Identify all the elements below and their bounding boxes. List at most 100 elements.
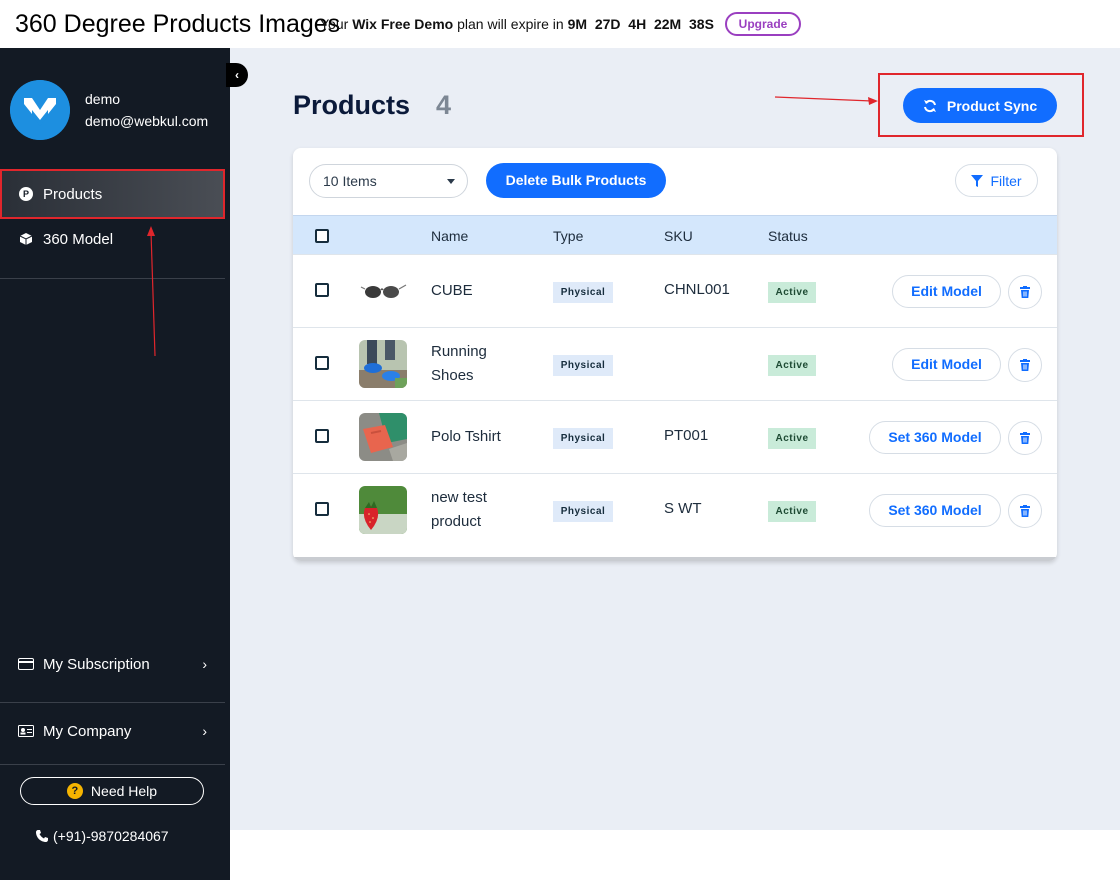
plan-mid: plan will expire in	[457, 16, 564, 32]
sidebar-item-label: My Subscription	[43, 655, 150, 673]
question-icon: ?	[66, 783, 83, 799]
countdown-hours: 4H	[628, 16, 647, 32]
chevron-left-icon: ‹	[235, 68, 239, 82]
select-all-checkbox[interactable]	[315, 229, 329, 243]
need-help-label: Need Help	[90, 783, 158, 799]
set-360-model-button[interactable]: Set 360 Model	[869, 494, 1001, 527]
product-name: Polo Tshirt	[431, 428, 501, 445]
product-name: new test product	[431, 489, 487, 530]
sunglasses-icon	[359, 267, 407, 315]
avatar	[10, 80, 70, 140]
product-name: CUBE	[431, 282, 473, 299]
plan-expiry-message: Your Wix Free Demo plan will expire in 9…	[320, 16, 714, 32]
sidebar-divider	[0, 764, 225, 765]
table-row: Polo Tshirt Physical PT001 Active Set 36…	[293, 400, 1057, 473]
product-thumbnail	[359, 486, 407, 534]
sidebar-item-my-subscription[interactable]: My Subscription ›	[0, 639, 225, 689]
table-scrollbar[interactable]	[293, 557, 1057, 561]
column-header-status: Status	[768, 228, 808, 244]
sidebar-item-my-company[interactable]: My Company ›	[0, 706, 225, 756]
p-circle-icon: P	[18, 186, 34, 202]
delete-button[interactable]	[1008, 421, 1042, 455]
sidebar-item-label: 360 Model	[43, 230, 114, 248]
main-content: Products 4 Product Sync 10 Items Delete …	[230, 48, 1120, 830]
delete-bulk-products-button[interactable]: Delete Bulk Products	[486, 163, 666, 198]
countdown-days: 27D	[594, 16, 621, 32]
cube-icon	[18, 231, 34, 247]
user-email: demo@webkul.com	[85, 113, 209, 129]
trash-icon	[1020, 432, 1030, 444]
type-badge: Physical	[553, 428, 613, 449]
top-bar: 360 Degree Products Images Your Wix Free…	[0, 0, 1120, 48]
strawberry-icon	[359, 486, 407, 534]
table-row: CUBE Physical CHNL001 Active Edit Model	[293, 254, 1057, 327]
product-sync-label: Product Sync	[946, 97, 1038, 114]
sync-icon	[923, 99, 936, 112]
polo-tshirt-icon	[359, 413, 407, 461]
page-title: Products	[293, 90, 411, 120]
upgrade-button[interactable]: Upgrade	[725, 12, 801, 36]
items-per-page-value: 10 Items	[323, 173, 377, 189]
sidebar: demo demo@webkul.com P Products 360 Mode…	[0, 48, 230, 880]
support-phone: (+91)-9870284067	[35, 828, 169, 844]
status-badge: Active	[768, 282, 816, 303]
product-thumbnail	[359, 340, 407, 388]
row-checkbox[interactable]	[315, 429, 329, 443]
type-badge: Physical	[553, 501, 613, 522]
webkul-logo-icon	[10, 80, 70, 140]
product-count: 4	[436, 90, 452, 120]
credit-card-icon	[18, 656, 34, 672]
status-badge: Active	[768, 501, 816, 522]
product-name: Running Shoes	[431, 343, 487, 384]
edit-model-button[interactable]: Edit Model	[892, 348, 1001, 381]
product-thumbnail	[359, 267, 407, 315]
plan-name: Wix Free Demo	[352, 16, 454, 32]
products-table-card: 10 Items Delete Bulk Products Filter Nam…	[293, 148, 1057, 561]
row-checkbox[interactable]	[315, 283, 329, 297]
table-row: new test product Physical S WT Active Se…	[293, 473, 1057, 546]
product-sku: S WT	[664, 500, 702, 517]
chevron-right-icon: ›	[202, 723, 207, 739]
table-header: Name Type SKU Status	[293, 215, 1057, 254]
product-sku: CHNL001	[664, 281, 730, 298]
footer-area	[230, 830, 1120, 880]
countdown-minutes: 22M	[653, 16, 682, 32]
user-name: demo	[85, 91, 121, 107]
edit-model-button[interactable]: Edit Model	[892, 275, 1001, 308]
plan-prefix: Your	[320, 16, 349, 32]
filter-label: Filter	[990, 172, 1022, 189]
status-badge: Active	[768, 355, 816, 376]
sidebar-item-products[interactable]: P Products	[0, 169, 225, 219]
items-per-page-select[interactable]: 10 Items	[309, 164, 468, 198]
row-checkbox[interactable]	[315, 502, 329, 516]
caret-down-icon	[447, 179, 455, 184]
sidebar-item-360-model[interactable]: 360 Model	[0, 214, 225, 264]
filter-button[interactable]: Filter	[955, 164, 1038, 197]
phone-number: (+91)-9870284067	[53, 828, 169, 844]
need-help-button[interactable]: ? Need Help	[20, 777, 204, 805]
delete-button[interactable]	[1008, 494, 1042, 528]
running-shoes-icon	[359, 340, 407, 388]
row-checkbox[interactable]	[315, 356, 329, 370]
sidebar-divider	[0, 702, 225, 703]
column-header-type: Type	[553, 228, 584, 244]
type-badge: Physical	[553, 282, 613, 303]
trash-icon	[1020, 286, 1030, 298]
sidebar-item-label: My Company	[43, 722, 132, 740]
sidebar-item-label: Products	[43, 185, 103, 203]
id-card-icon	[18, 723, 34, 739]
app-title: 360 Degree Products Images	[15, 10, 341, 38]
delete-button[interactable]	[1008, 348, 1042, 382]
countdown-months: 9M	[567, 16, 588, 32]
trash-icon	[1020, 505, 1030, 517]
table-row: Running Shoes Physical Active Edit Model	[293, 327, 1057, 400]
type-badge: Physical	[553, 355, 613, 376]
product-sku: PT001	[664, 427, 709, 444]
column-header-sku: SKU	[664, 228, 693, 244]
sidebar-divider	[0, 278, 225, 279]
delete-button[interactable]	[1008, 275, 1042, 309]
column-header-name: Name	[431, 228, 469, 244]
set-360-model-button[interactable]: Set 360 Model	[869, 421, 1001, 454]
phone-icon	[36, 830, 48, 842]
product-sync-button[interactable]: Product Sync	[903, 88, 1057, 123]
